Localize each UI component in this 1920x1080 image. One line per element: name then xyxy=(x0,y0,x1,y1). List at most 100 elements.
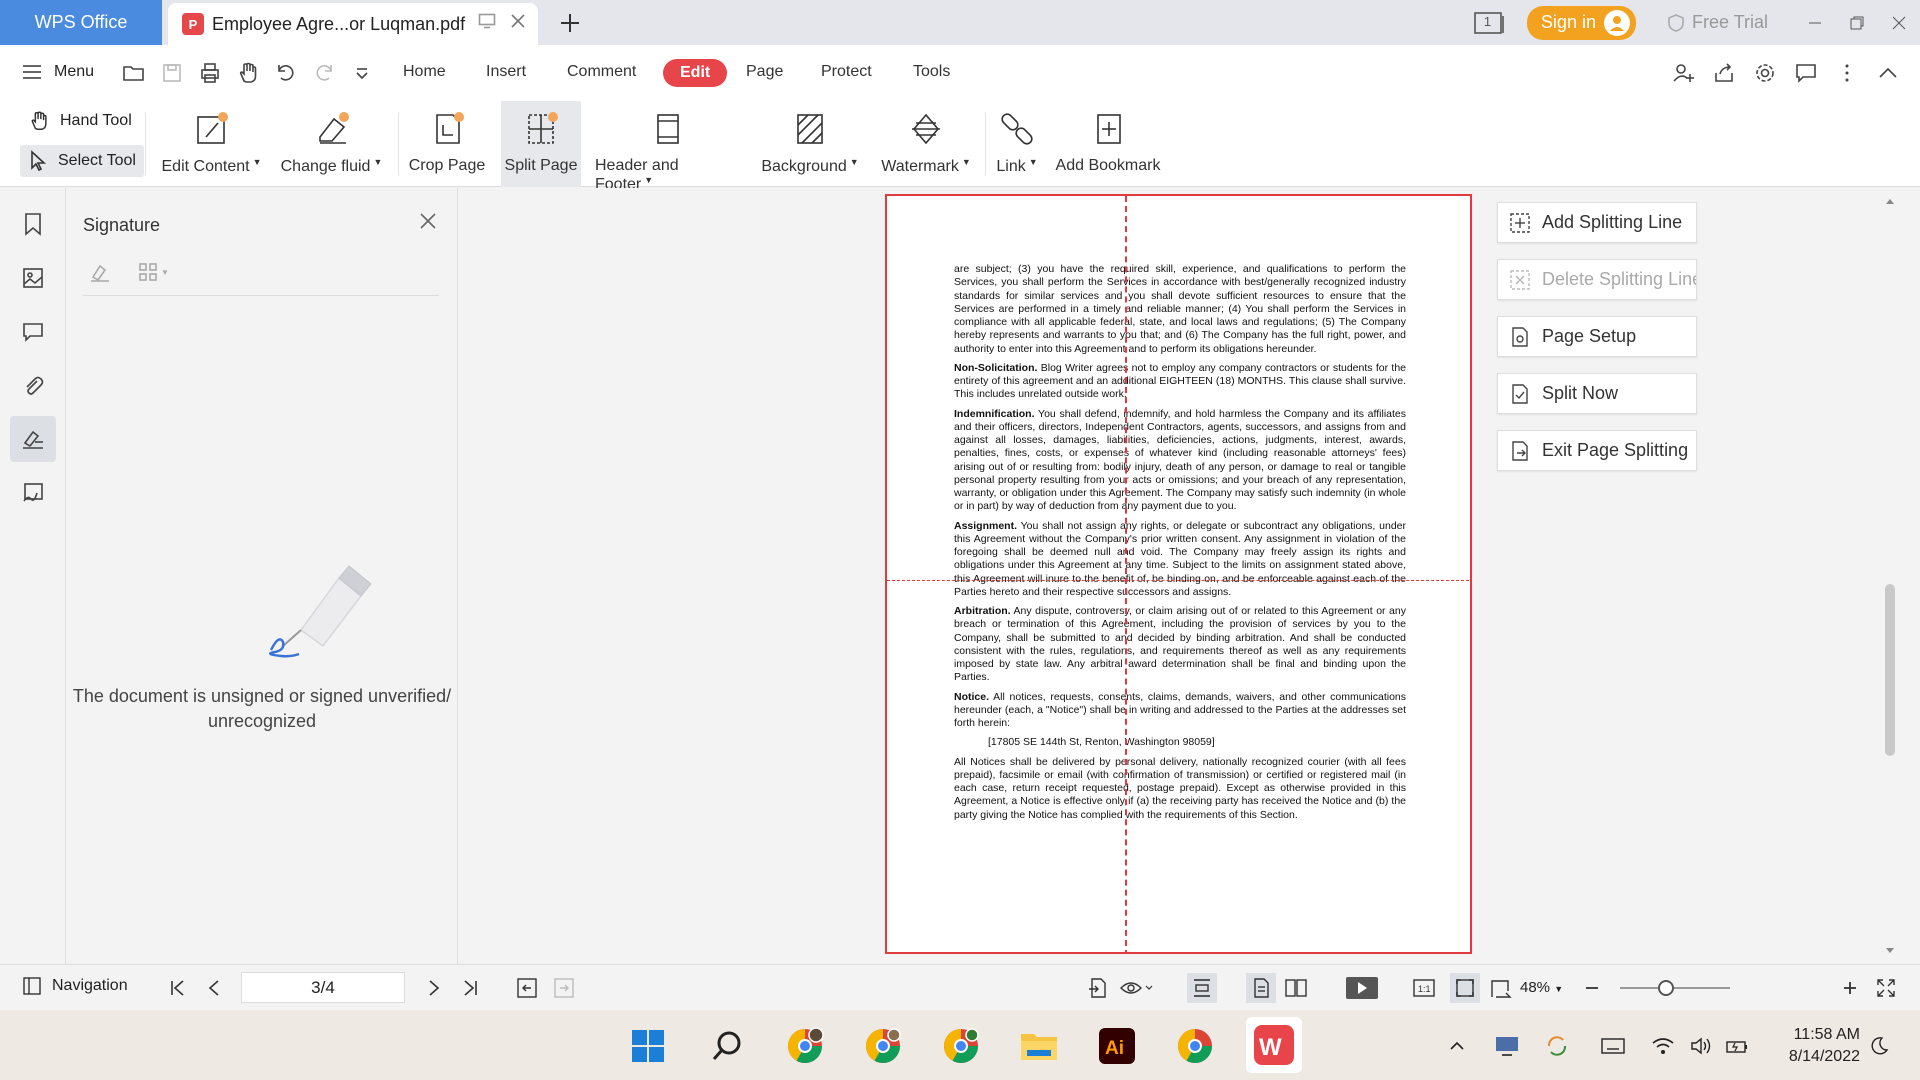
window-count-icon[interactable]: 1 xyxy=(1473,11,1505,35)
delete-splitting-line-button[interactable]: Delete Splitting Line xyxy=(1497,259,1697,300)
go-back-icon[interactable] xyxy=(515,976,539,1000)
wps-office-tab[interactable]: WPS Office xyxy=(0,0,162,45)
undo-icon[interactable] xyxy=(274,61,298,85)
wps-office-taskbar-icon[interactable]: W xyxy=(1246,1017,1302,1073)
tray-battery-icon[interactable] xyxy=(1722,1025,1752,1067)
print-icon[interactable] xyxy=(198,61,222,85)
zoom-slider[interactable] xyxy=(1620,980,1730,996)
single-page-view-icon[interactable] xyxy=(1246,973,1276,1003)
minimize-button[interactable] xyxy=(1794,0,1836,45)
split-page-button[interactable]: Split Page xyxy=(501,101,581,187)
comment-bubble-icon[interactable] xyxy=(1794,61,1818,85)
zoom-out-icon[interactable] xyxy=(1580,976,1604,1000)
tab-home[interactable]: Home xyxy=(403,63,446,81)
first-page-icon[interactable] xyxy=(166,976,190,1000)
go-forward-icon[interactable] xyxy=(552,976,576,1000)
tab-protect[interactable]: Protect xyxy=(821,63,872,81)
tray-chevron-up-icon[interactable] xyxy=(1442,1025,1472,1067)
vertical-splitting-line[interactable] xyxy=(1125,196,1127,952)
close-window-button[interactable] xyxy=(1878,0,1920,45)
settings-gear-icon[interactable] xyxy=(1753,61,1777,85)
zoom-slider-knob[interactable] xyxy=(1658,980,1675,996)
share-user-icon[interactable] xyxy=(1671,61,1695,85)
extract-page-icon[interactable] xyxy=(1086,976,1110,1000)
monitor-icon[interactable] xyxy=(478,13,496,29)
search-icon[interactable] xyxy=(706,1025,748,1067)
pdf-page[interactable]: are subject; (3) you have the required s… xyxy=(885,194,1472,954)
collapse-ribbon-icon[interactable] xyxy=(1876,61,1900,85)
add-bookmark-button[interactable]: Add Bookmark xyxy=(1053,101,1163,187)
watermark-button[interactable]: Watermark ▼ xyxy=(880,101,972,187)
restore-button[interactable] xyxy=(1836,0,1878,45)
scrollbar-thumb[interactable] xyxy=(1885,584,1895,756)
chrome-profile-3-icon[interactable] xyxy=(940,1025,982,1067)
tray-volume-icon[interactable] xyxy=(1686,1025,1716,1067)
actual-size-icon[interactable]: 1:1 xyxy=(1412,976,1436,1000)
crop-page-button[interactable]: Crop Page xyxy=(406,101,488,187)
fullscreen-icon[interactable] xyxy=(1874,976,1898,1000)
notification-moon-icon[interactable] xyxy=(1864,1025,1894,1067)
page-number-input[interactable]: 3/4 xyxy=(241,972,405,1003)
new-tab-button[interactable] xyxy=(555,8,585,38)
add-splitting-line-button[interactable]: Add Splitting Line xyxy=(1497,202,1697,243)
fit-page-icon[interactable] xyxy=(1450,973,1480,1003)
bookmark-icon[interactable] xyxy=(10,201,56,247)
comment-panel-icon[interactable] xyxy=(10,309,56,355)
vertical-scrollbar[interactable] xyxy=(1880,188,1900,964)
tab-insert[interactable]: Insert xyxy=(486,63,526,81)
tray-keyboard-icon[interactable] xyxy=(1596,1025,1630,1067)
exit-page-splitting-button[interactable]: Exit Page Splitting xyxy=(1497,430,1697,471)
tray-display-icon[interactable] xyxy=(1490,1025,1524,1067)
eye-protection-icon[interactable] xyxy=(1118,976,1154,1000)
tray-wifi-icon[interactable] xyxy=(1648,1025,1678,1067)
export-icon[interactable] xyxy=(1712,61,1736,85)
next-page-icon[interactable] xyxy=(422,976,446,1000)
edit-content-button[interactable]: Edit Content ▼ xyxy=(160,101,263,187)
image-signature-icon[interactable] xyxy=(10,470,56,516)
customize-dropdown-icon[interactable] xyxy=(350,61,374,85)
free-trial-button[interactable]: Free Trial xyxy=(1666,12,1768,33)
last-page-icon[interactable] xyxy=(458,976,482,1000)
fit-width-icon[interactable] xyxy=(1187,973,1217,1003)
redo-icon[interactable] xyxy=(312,61,336,85)
chrome-icon[interactable] xyxy=(1174,1025,1216,1067)
tab-edit[interactable]: Edit xyxy=(663,59,728,87)
hand-icon[interactable] xyxy=(236,61,260,85)
split-now-button[interactable]: Split Now xyxy=(1497,373,1697,414)
document-tab[interactable]: P Employee Agre...or Luqman.pdf xyxy=(168,3,538,45)
navigation-button[interactable]: Navigation xyxy=(22,976,128,996)
system-clock[interactable]: 11:58 AM 8/14/2022 xyxy=(1789,1024,1860,1068)
play-slideshow-icon[interactable] xyxy=(1344,976,1380,1000)
file-explorer-icon[interactable] xyxy=(1018,1025,1060,1067)
link-button[interactable]: Link ▼ xyxy=(993,101,1041,187)
tab-tools[interactable]: Tools xyxy=(913,63,950,81)
more-options-icon[interactable] xyxy=(1835,61,1859,85)
rotate-view-icon[interactable] xyxy=(1488,976,1512,1000)
sign-pen-icon[interactable] xyxy=(88,260,112,284)
illustrator-icon[interactable]: Ai xyxy=(1096,1025,1138,1067)
thumbnail-image-icon[interactable] xyxy=(10,255,56,301)
two-page-view-icon[interactable] xyxy=(1284,976,1308,1000)
sign-in-button[interactable]: Sign in xyxy=(1526,5,1636,40)
open-folder-icon[interactable] xyxy=(122,61,146,85)
grid-view-dropdown-icon[interactable]: ▼ xyxy=(138,262,169,282)
start-windows-icon[interactable] xyxy=(627,1025,669,1067)
select-tool-button[interactable]: Select Tool xyxy=(20,145,144,177)
tray-sync-icon[interactable] xyxy=(1540,1025,1574,1067)
zoom-dropdown[interactable]: 48% ▼ xyxy=(1520,979,1563,996)
chrome-profile-1-icon[interactable] xyxy=(784,1025,826,1067)
tab-page[interactable]: Page xyxy=(746,63,783,81)
background-button[interactable]: Background ▼ xyxy=(760,101,860,187)
page-setup-button[interactable]: Page Setup xyxy=(1497,316,1697,357)
signature-panel-icon[interactable] xyxy=(10,416,56,462)
close-panel-icon[interactable] xyxy=(419,212,437,230)
change-fluid-button[interactable]: Change fluid ▼ xyxy=(280,101,383,187)
horizontal-splitting-line[interactable] xyxy=(887,580,1470,581)
zoom-in-icon[interactable] xyxy=(1838,976,1862,1000)
close-tab-icon[interactable] xyxy=(510,13,526,29)
attachment-paperclip-icon[interactable] xyxy=(10,363,56,409)
previous-page-icon[interactable] xyxy=(202,976,226,1000)
hand-tool-button[interactable]: Hand Tool xyxy=(20,105,140,137)
chrome-profile-2-icon[interactable] xyxy=(862,1025,904,1067)
header-footer-button[interactable]: Header and Footer ▼ xyxy=(595,101,740,193)
